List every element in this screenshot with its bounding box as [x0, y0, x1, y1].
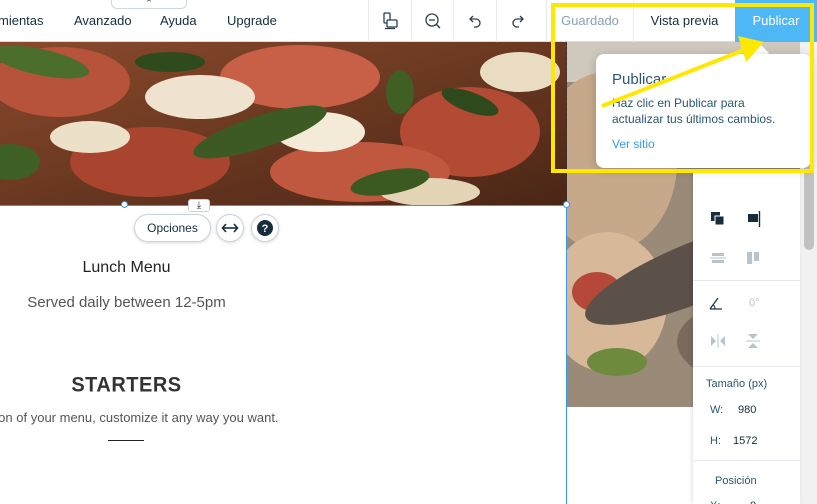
publish-button[interactable]: Publicar: [735, 0, 817, 42]
rotate-angle-icon[interactable]: [707, 294, 725, 312]
selected-strip[interactable]: [0, 205, 567, 504]
menu-item-avanzado[interactable]: Avanzado: [74, 13, 132, 28]
stretch-button[interactable]: [216, 214, 244, 242]
saved-status: Guardado: [546, 0, 633, 42]
section-title[interactable]: STARTERS: [0, 373, 253, 397]
view-site-link[interactable]: Ver sitio: [612, 137, 655, 151]
section-description[interactable]: section of your menu, customize it any w…: [0, 410, 385, 425]
collapse-toolbar-toggle[interactable]: ⌃: [111, 0, 187, 9]
flip-horizontal-icon[interactable]: [709, 332, 727, 350]
popover-title: Publicar: [612, 71, 667, 88]
gridline-guide: [566, 42, 567, 207]
editor-window: ⌃ mientas Avanzado Ayuda Upgrade Guardad…: [0, 0, 817, 504]
panel-divider: [693, 460, 800, 461]
section-divider: [108, 440, 144, 441]
flip-vertical-icon[interactable]: [744, 332, 762, 350]
width-value[interactable]: 980: [738, 404, 756, 416]
x-value[interactable]: 0: [750, 500, 756, 504]
menu-title[interactable]: Lunch Menu: [0, 259, 253, 277]
match-size-icon[interactable]: [744, 249, 762, 267]
svg-text:?: ?: [262, 223, 269, 235]
mobile-desktop-icon: [382, 12, 398, 30]
zoom-out-icon: [424, 13, 440, 29]
size-label: Tamaño (px): [706, 378, 768, 390]
preview-button[interactable]: Vista previa: [633, 0, 735, 42]
help-icon: ?: [257, 220, 273, 236]
undo-icon: [468, 15, 481, 28]
menu-subtitle[interactable]: Served daily between 12-5pm: [0, 294, 253, 311]
pizza-photo: [0, 42, 567, 205]
height-value[interactable]: 1572: [733, 435, 757, 447]
resize-handle-top[interactable]: [121, 201, 128, 208]
menu-item-herramientas[interactable]: mientas: [0, 13, 44, 28]
tools-panel: 0° Tamaño (px) W: 980 H: 1572 Posición X…: [693, 170, 800, 504]
zoom-out-button[interactable]: [411, 0, 453, 42]
top-bar: ⌃ mientas Avanzado Ayuda Upgrade Guardad…: [0, 0, 817, 42]
width-label: W:: [710, 404, 724, 416]
stretch-arrows-icon: [221, 223, 239, 233]
help-button[interactable]: ?: [251, 214, 279, 242]
redo-button[interactable]: [496, 0, 538, 42]
panel-divider: [693, 280, 800, 281]
options-button[interactable]: Opciones: [134, 214, 211, 242]
popover-body: Haz clic en Publicar para actualizar tus…: [612, 96, 776, 126]
anchor-icon[interactable]: ⤓: [188, 199, 210, 212]
align-right-icon[interactable]: [744, 210, 762, 228]
undo-button[interactable]: [453, 0, 495, 42]
chevron-up-icon: ⌃: [145, 0, 153, 8]
bring-forward-icon[interactable]: [709, 210, 727, 228]
redo-icon: [511, 15, 524, 28]
distribute-icon[interactable]: [709, 249, 727, 267]
mobile-desktop-switch-button[interactable]: [368, 0, 410, 42]
menu-item-ayuda[interactable]: Ayuda: [160, 13, 197, 28]
height-label: H:: [710, 435, 721, 447]
panel-divider: [693, 366, 800, 367]
resize-handle-top-right[interactable]: [563, 201, 570, 208]
scrollbar-thumb[interactable]: [804, 160, 814, 250]
hero-pizza-image[interactable]: [0, 42, 567, 205]
x-label: X:: [710, 500, 720, 504]
menu-item-upgrade[interactable]: Upgrade: [227, 13, 277, 28]
rotation-value[interactable]: 0°: [749, 297, 760, 309]
publish-tooltip: Publicar Haz clic en Publicar para actua…: [596, 54, 811, 168]
position-label: Posición: [715, 475, 757, 487]
